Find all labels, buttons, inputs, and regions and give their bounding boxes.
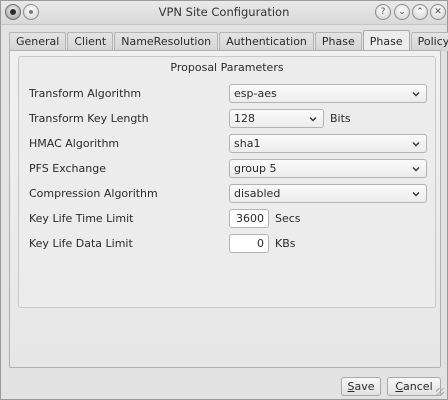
title-bar: VPN Site Configuration ? ⌄ ⌃ ✕ xyxy=(1,1,447,25)
cancel-mnemonic: C xyxy=(395,380,404,393)
tab-page-phase-2: Proposal Parameters Transform Algorithm … xyxy=(9,50,441,368)
proposal-parameters-group: Proposal Parameters Transform Algorithm … xyxy=(18,56,436,308)
hmac-algorithm-label: HMAC Algorithm xyxy=(29,137,120,150)
transform-key-length-value: 128 xyxy=(234,112,255,125)
transform-key-length-label: Transform Key Length xyxy=(29,112,149,125)
transform-key-length-unit: Bits xyxy=(330,112,351,125)
compression-algorithm-select[interactable]: disabled xyxy=(229,184,427,203)
key-life-time-input[interactable]: 3600 xyxy=(229,209,269,228)
key-life-data-label: Key Life Data Limit xyxy=(29,237,133,250)
tab-client[interactable]: Client xyxy=(67,32,114,51)
transform-algorithm-value: esp-aes xyxy=(234,87,277,100)
tab-policy[interactable]: Policy xyxy=(410,32,448,51)
compression-algorithm-label: Compression Algorithm xyxy=(29,187,158,200)
save-label: ave xyxy=(354,380,375,393)
transform-key-length-select[interactable]: 128 xyxy=(229,109,324,128)
resize-grip-icon[interactable] xyxy=(436,388,444,396)
tab-name-resolution[interactable]: NameResolution xyxy=(114,32,219,51)
tab-phase-1[interactable]: Phase 1 xyxy=(314,32,362,66)
chevron-down-icon xyxy=(412,192,420,197)
chevron-down-icon xyxy=(412,92,420,97)
key-life-time-unit: Secs xyxy=(275,212,301,225)
tab-authentication[interactable]: Authentication xyxy=(219,32,314,51)
group-title: Proposal Parameters xyxy=(170,61,284,74)
chevron-down-icon xyxy=(412,142,420,147)
tab-phase-2[interactable]: Phase 2 xyxy=(362,30,410,69)
minimize-icon[interactable]: ⌄ xyxy=(394,4,410,20)
hmac-algorithm-select[interactable]: sha1 xyxy=(229,134,427,153)
close-icon[interactable]: ✕ xyxy=(430,4,446,20)
tab-bar: General Client NameResolution Authentica… xyxy=(9,30,448,69)
chevron-down-icon xyxy=(309,117,317,122)
transform-algorithm-label: Transform Algorithm xyxy=(29,87,142,100)
key-life-data-unit: KBs xyxy=(275,237,296,250)
help-icon[interactable]: ? xyxy=(375,4,391,20)
key-life-data-input[interactable]: 0 xyxy=(229,234,269,253)
maximize-icon[interactable]: ⌃ xyxy=(412,4,428,20)
dialog-window: VPN Site Configuration ? ⌄ ⌃ ✕ General C… xyxy=(0,0,448,400)
cancel-button[interactable]: Cancel xyxy=(387,377,441,396)
cancel-label: ancel xyxy=(403,380,433,393)
tab-general[interactable]: General xyxy=(9,32,67,51)
save-button[interactable]: Save xyxy=(341,377,381,396)
pfs-exchange-label: PFS Exchange xyxy=(29,162,106,175)
pfs-exchange-select[interactable]: group 5 xyxy=(229,159,427,178)
hmac-algorithm-value: sha1 xyxy=(234,137,261,150)
compression-algorithm-value: disabled xyxy=(234,187,281,200)
chevron-down-icon xyxy=(412,167,420,172)
transform-algorithm-select[interactable]: esp-aes xyxy=(229,84,427,103)
key-life-time-label: Key Life Time Limit xyxy=(29,212,134,225)
pfs-exchange-value: group 5 xyxy=(234,162,277,175)
